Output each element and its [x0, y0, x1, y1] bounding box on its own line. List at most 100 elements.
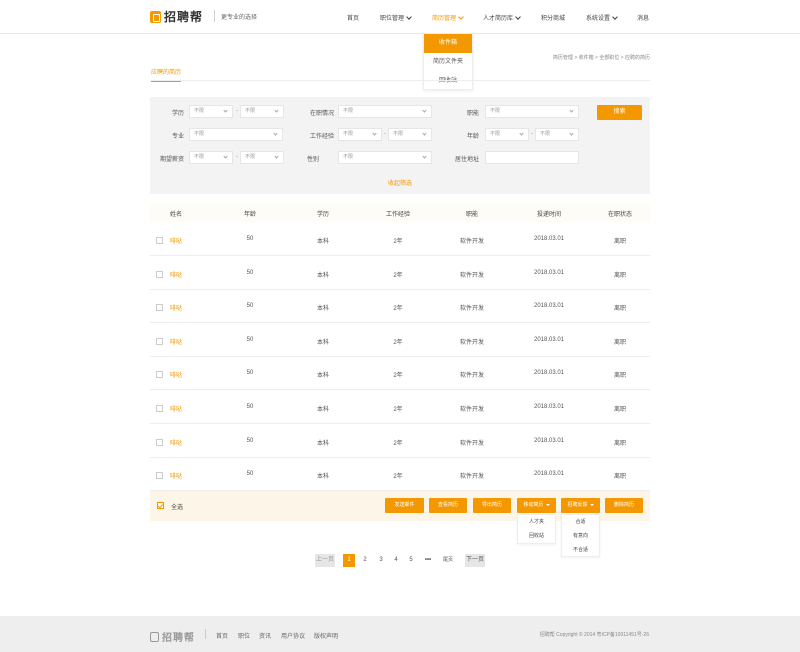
select-all-label[interactable]: 全选: [171, 502, 183, 511]
move-menu-item[interactable]: 回收站: [518, 529, 555, 543]
position-select[interactable]: 不限: [485, 105, 579, 118]
footer-link-terms[interactable]: 用户协议: [281, 631, 305, 640]
row-checkbox[interactable]: [156, 405, 163, 412]
move-resume-button[interactable]: 移动简历: [517, 498, 556, 513]
cell-status: 离职: [613, 440, 626, 447]
table-row[interactable]: 啡哒 50 本科 2年 软件开发 2018.03.01 离职: [150, 323, 650, 357]
cell-name[interactable]: 啡哒: [170, 471, 210, 480]
footer-link-copyright[interactable]: 版权声明: [314, 631, 338, 640]
last-page-button[interactable]: 尾页: [438, 554, 458, 567]
table-row[interactable]: 啡哒 50 本科 2年 软件开发 2018.03.01 离职: [150, 390, 650, 424]
search-button[interactable]: 搜索: [597, 105, 642, 120]
menu-item-inbox[interactable]: 收件箱: [424, 34, 472, 53]
table-row[interactable]: 啡哒 50 本科 2年 软件开发 2018.03.01 离职: [150, 457, 650, 492]
work-experience-from-select[interactable]: 不限: [338, 128, 382, 141]
cell-name[interactable]: 啡哒: [170, 303, 210, 312]
feedback-menu-item[interactable]: 不合适: [562, 543, 599, 557]
salary-from-select[interactable]: 不限: [189, 151, 233, 164]
select-value: 不限: [343, 131, 354, 137]
header-date: 投递时间: [536, 212, 561, 218]
cell-date: 2018.03.01: [533, 236, 565, 242]
resume-dropdown-menu: 收件箱 简历文件夹 回收站: [423, 33, 473, 90]
cell-position: 软件开发: [459, 306, 484, 313]
cell-age: 50: [246, 236, 254, 242]
education-to-select[interactable]: 不限: [240, 105, 284, 118]
menu-item-resume-folder[interactable]: 简历文件夹: [424, 53, 472, 72]
cell-name[interactable]: 啡哒: [170, 270, 210, 279]
logo-icon: [150, 631, 159, 642]
page-4[interactable]: 4: [390, 554, 402, 567]
nav-system-settings[interactable]: 系统设置: [586, 13, 618, 22]
table-row[interactable]: 啡哒 50 本科 2年 软件开发 2018.03.01 离职: [150, 424, 650, 458]
collapse-filters-link[interactable]: 收起筛选: [150, 178, 650, 187]
page-3[interactable]: 3: [375, 554, 387, 567]
move-resume-label: 移动简历: [523, 502, 544, 508]
nav-talent-pool[interactable]: 人才简历库: [483, 13, 521, 22]
gender-select[interactable]: 不限: [338, 151, 432, 164]
cell-date: 2018.03.01: [533, 404, 565, 410]
footer-link-jobs[interactable]: 职位: [238, 631, 250, 640]
nav-label: 职位管理: [380, 16, 405, 22]
page-5[interactable]: 5: [405, 554, 417, 567]
row-checkbox[interactable]: [156, 270, 163, 278]
logo-text: 招聘帮: [164, 10, 204, 24]
table-row[interactable]: 啡哒 50 本科 2年 软件开发 2018.03.01 离职: [150, 256, 650, 290]
feedback-button[interactable]: 招聘反馈: [561, 498, 600, 513]
cell-name[interactable]: 啡哒: [170, 438, 210, 447]
education-from-select[interactable]: 不限: [189, 105, 233, 118]
footer-link-news[interactable]: 资讯: [259, 631, 271, 640]
cell-position: 软件开发: [459, 407, 484, 413]
select-all-checkbox[interactable]: [157, 502, 164, 509]
nav-job-management[interactable]: 职位管理: [380, 13, 412, 22]
menu-item-recycle-bin[interactable]: 回收站: [424, 72, 472, 91]
logo[interactable]: 招聘帮: [150, 9, 203, 24]
address-input[interactable]: [485, 151, 579, 164]
nav-resume-management[interactable]: 简历管理: [432, 13, 464, 22]
nav-messages[interactable]: 消息: [637, 13, 649, 22]
delete-resume-button[interactable]: 删除简历: [605, 498, 643, 513]
feedback-menu-item[interactable]: 合适: [562, 515, 599, 529]
salary-to-select[interactable]: 不限: [240, 151, 284, 164]
row-checkbox[interactable]: [156, 304, 163, 312]
chevron-down-icon: [273, 131, 278, 136]
table-row[interactable]: 啡哒 50 本科 2年 软件开发 2018.03.01 离职: [150, 289, 650, 324]
age-from-select[interactable]: 不限: [485, 128, 529, 141]
export-resume-button[interactable]: 导出简历: [473, 498, 511, 513]
page-2[interactable]: 2: [359, 554, 371, 567]
cell-age: 50: [246, 471, 254, 478]
send-email-button[interactable]: 发送邮件: [385, 498, 424, 513]
job-status-select[interactable]: 不限: [338, 105, 432, 118]
age-to-select[interactable]: 不限: [535, 128, 579, 141]
filter-panel: 学历 不限 - 不限 在职情况 不限 职能 不限 搜索 专业 不限 工作经验 不…: [150, 97, 650, 194]
move-menu-item[interactable]: 人才夹: [518, 515, 555, 529]
page-1[interactable]: 1: [343, 554, 355, 567]
feedback-menu-item[interactable]: 有意向: [562, 529, 599, 543]
position-label: 职能: [466, 111, 479, 117]
footer-link-home[interactable]: 首页: [216, 631, 228, 640]
cell-education: 本科: [316, 272, 329, 279]
table-row[interactable]: 啡哒 50 本科 2年 软件开发 2018.03.01 离职: [150, 356, 650, 391]
nav-home[interactable]: 首页: [347, 13, 359, 22]
row-checkbox[interactable]: [156, 438, 163, 446]
cell-name[interactable]: 啡哒: [170, 337, 210, 346]
cell-name[interactable]: 啡哒: [170, 370, 210, 379]
table-row[interactable]: 啡哒 50 本科 2年 软件开发 2018.03.01 离职: [150, 222, 650, 256]
work-experience-to-select[interactable]: 不限: [388, 128, 432, 141]
row-checkbox[interactable]: [156, 472, 163, 480]
cell-position: 软件开发: [459, 474, 484, 481]
select-value: 不限: [245, 108, 256, 114]
prev-page-button[interactable]: 上一页: [315, 554, 335, 567]
nav-points-mall[interactable]: 积分商城: [541, 13, 565, 22]
row-checkbox[interactable]: [156, 371, 163, 379]
major-select[interactable]: 不限: [189, 128, 283, 141]
footer-logo[interactable]: 招聘帮: [150, 629, 195, 644]
select-value: 不限: [490, 131, 501, 137]
next-page-button[interactable]: 下一页: [465, 554, 485, 567]
cell-name[interactable]: 啡哒: [170, 236, 210, 245]
cell-name[interactable]: 啡哒: [170, 404, 210, 413]
select-value: 不限: [490, 108, 501, 114]
view-resume-button[interactable]: 查看简历: [429, 498, 467, 513]
row-checkbox[interactable]: [156, 237, 163, 244]
divider: [150, 80, 650, 81]
row-checkbox[interactable]: [156, 337, 163, 345]
